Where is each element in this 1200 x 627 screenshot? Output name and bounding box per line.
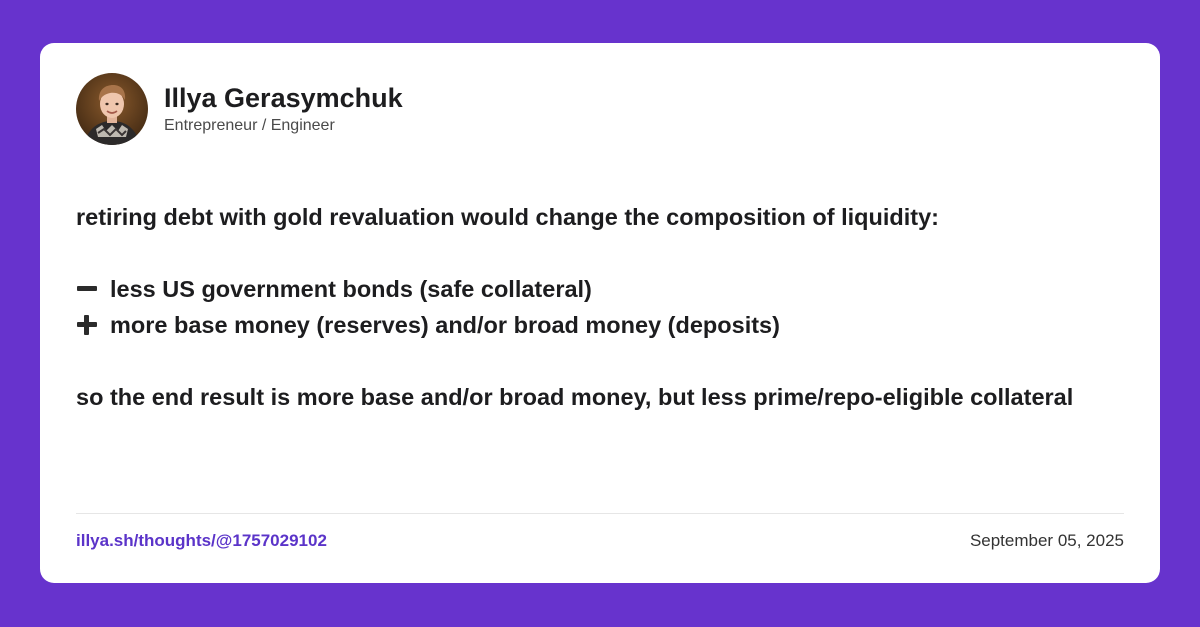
post-date: September 05, 2025	[969, 531, 1124, 550]
footer-divider	[76, 513, 1124, 514]
author-title: Entrepreneur / Engineer	[164, 116, 335, 134]
bullet-item: less US government bonds (safe collatera…	[76, 271, 1076, 307]
minus-icon	[76, 278, 98, 300]
plus-icon	[76, 314, 98, 336]
bullet-text: less US government bonds (safe collatera…	[110, 276, 592, 302]
thought-card: Illya Gerasymchuk Entrepreneur / Enginee…	[40, 43, 1160, 583]
author-info: Illya Gerasymchuk Entrepreneur / Enginee…	[164, 82, 403, 137]
thought-permalink[interactable]: illya.sh/thoughts/@1757029102	[76, 529, 327, 553]
avatar	[76, 73, 148, 145]
author-header: Illya Gerasymchuk Entrepreneur / Enginee…	[76, 73, 403, 145]
avatar-photo-icon	[76, 73, 148, 145]
bullet-item: more base money (reserves) and/or broad …	[76, 307, 1076, 343]
post-body: retiring debt with gold revaluation woul…	[76, 199, 1076, 415]
author-name: Illya Gerasymchuk	[164, 82, 403, 113]
bullet-text: more base money (reserves) and/or broad …	[110, 312, 780, 338]
post-conclusion: so the end result is more base and/or br…	[76, 384, 1074, 410]
post-intro: retiring debt with gold revaluation woul…	[76, 204, 939, 230]
